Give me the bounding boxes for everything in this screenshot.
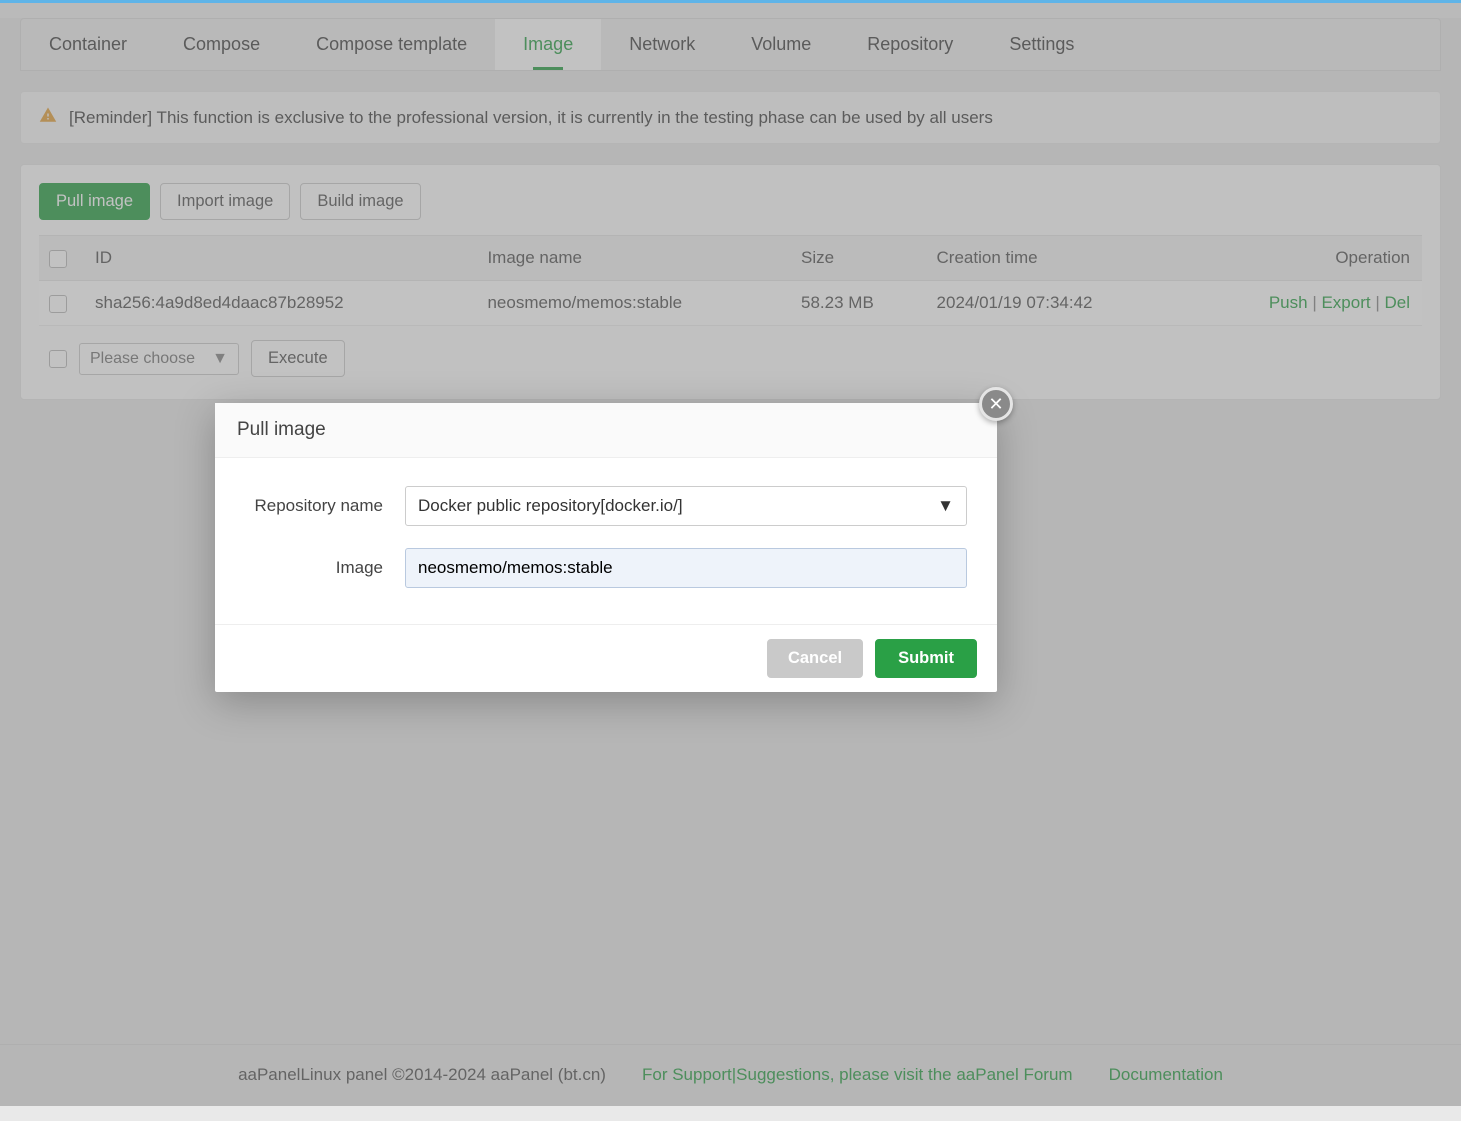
image-input[interactable] (405, 548, 967, 588)
cancel-button[interactable]: Cancel (767, 639, 863, 678)
repo-name-select[interactable]: Docker public repository[docker.io/] ▼ (405, 486, 967, 526)
repo-name-value: Docker public repository[docker.io/] (418, 496, 683, 516)
close-icon[interactable]: ✕ (979, 387, 1013, 421)
modal-title: Pull image (215, 403, 997, 458)
submit-button[interactable]: Submit (875, 639, 977, 678)
repo-name-label: Repository name (245, 496, 405, 516)
pull-image-modal: ✕ Pull image Repository name Docker publ… (215, 403, 997, 692)
image-label: Image (245, 558, 405, 578)
chevron-down-icon: ▼ (937, 496, 954, 516)
